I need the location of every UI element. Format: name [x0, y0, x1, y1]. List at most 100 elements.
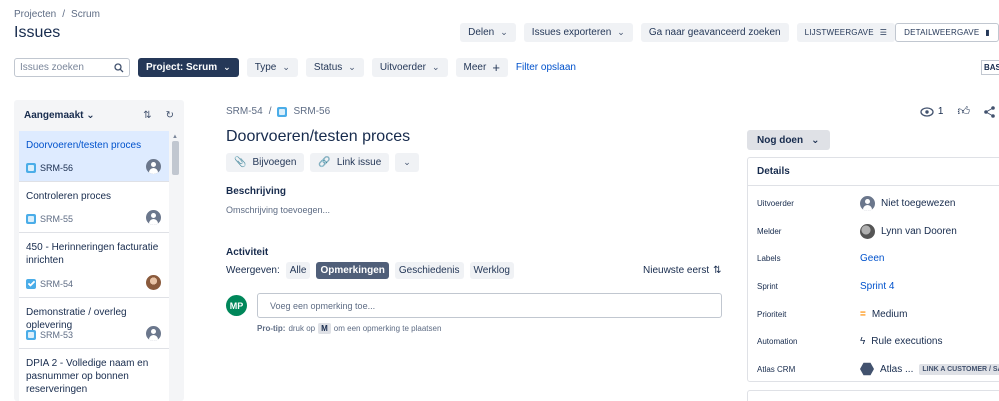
reporter-field[interactable]: Lynn van Dooren: [860, 223, 957, 239]
scroll-up-icon[interactable]: ▲: [172, 134, 178, 140]
labels-field[interactable]: Geen: [860, 250, 884, 266]
unassigned-avatar-icon: [146, 326, 161, 341]
issue-key-link[interactable]: SRM-56: [293, 106, 330, 117]
tab-history[interactable]: Geschiedenis: [394, 262, 464, 279]
watch-button[interactable]: 1: [920, 106, 943, 117]
attach-button[interactable]: 📎 Bijvoegen: [226, 153, 305, 172]
automation-field[interactable]: ϟ Rule executions: [860, 333, 942, 349]
show-label: Weergeven:: [226, 265, 280, 276]
share-button[interactable]: Delen ⌄: [460, 23, 516, 42]
breadcrumb-projects[interactable]: Projecten: [14, 9, 56, 20]
chevron-down-icon: ⌄: [86, 109, 95, 121]
tab-comments[interactable]: Opmerkingen: [316, 262, 389, 279]
labels-value: Geen: [860, 252, 885, 264]
description-label: Beschrijving: [226, 186, 287, 197]
lightning-icon: ϟ: [860, 335, 866, 347]
description-placeholder[interactable]: Omschrijving toevoegen...: [226, 205, 330, 215]
crm-field[interactable]: Atlas ... LINK A CUSTOMER / SAL: [860, 361, 999, 377]
sort-order-icon[interactable]: ⇅: [143, 110, 151, 121]
unassigned-avatar-icon: [146, 210, 161, 225]
protip-post: om een opmerking te plaatsen: [333, 324, 442, 333]
more-actions-button[interactable]: ⌄: [395, 153, 419, 172]
list-item[interactable]: Demonstratie / overleg oplevering SRM-53: [19, 298, 169, 349]
chevron-down-icon: ⌄: [811, 134, 820, 146]
status-label: Nog doen: [757, 134, 804, 146]
crm-label: Atlas CRM: [757, 364, 796, 374]
assignee-filter-button[interactable]: Uitvoerder ⌄: [371, 58, 448, 77]
labels-label: Labels: [757, 253, 781, 263]
chevron-down-icon: ⌄: [500, 27, 508, 37]
list-item[interactable]: Doorvoeren/testen proces SRM-56: [19, 131, 169, 182]
breadcrumb: Projecten / Scrum: [14, 9, 100, 20]
atlas-crm-icon: [860, 362, 874, 376]
tab-worklog[interactable]: Werklog: [469, 262, 514, 279]
issue-list: Doorvoeren/testen proces SRM-56 Controle…: [19, 131, 169, 401]
automation-label: Automation: [757, 336, 798, 346]
export-label: Issues exporteren: [531, 27, 612, 38]
sort-dropdown[interactable]: Aangemaakt ⌄: [24, 110, 95, 121]
breadcrumb-separator: /: [268, 106, 272, 117]
user-avatar: [860, 223, 875, 239]
type-filter-button[interactable]: Type ⌄: [246, 58, 298, 77]
link-customer-badge[interactable]: LINK A CUSTOMER / SAL: [919, 363, 999, 375]
list-item[interactable]: Controleren proces SRM-55: [19, 182, 169, 233]
more-filter-button[interactable]: Meer +: [455, 58, 508, 77]
list-item-key: SRM-54: [26, 279, 73, 289]
tab-all[interactable]: Alle: [285, 262, 311, 279]
sidebar-header: Aangemaakt ⌄ ⇅ ↻: [14, 100, 184, 130]
reporter-label: Melder: [757, 226, 782, 236]
export-button[interactable]: Issues exporteren ⌄: [523, 23, 633, 42]
thumbs-up-icon[interactable]: 👍︎: [957, 104, 970, 119]
link-icon: 🔗: [318, 157, 331, 168]
story-icon: [277, 106, 288, 117]
share-icon[interactable]: [984, 105, 995, 118]
status-button[interactable]: Nog doen ⌄: [747, 130, 830, 150]
link-issue-button[interactable]: 🔗 Link issue: [310, 153, 390, 172]
list-view-label: LIJSTWEERGAVE: [804, 28, 874, 37]
assignee-value: Niet toegewezen: [881, 197, 956, 209]
priority-value: Medium: [871, 308, 908, 320]
comment-placeholder: Voeg een opmerking toe...: [270, 300, 376, 311]
issue-breadcrumb: SRM-54 / SRM-56: [226, 106, 330, 117]
issue-title[interactable]: Doorvoeren/testen proces: [226, 128, 410, 146]
activity-tabs: Weergeven: Alle Opmerkingen Geschiedenis…: [226, 262, 514, 279]
sort-order-button[interactable]: Nieuwste eerst ⇅: [643, 265, 722, 276]
status-filter-button[interactable]: Status ⌄: [305, 58, 364, 77]
page-title: Issues: [14, 24, 61, 41]
refresh-icon[interactable]: ↻: [166, 110, 174, 121]
list-item-key: SRM-53: [26, 330, 73, 340]
crm-value: Atlas ...: [880, 363, 914, 375]
more-fields-panel[interactable]: [747, 390, 999, 401]
breadcrumb-scrum[interactable]: Scrum: [71, 9, 100, 20]
comment-input[interactable]: Voeg een opmerking toe...: [257, 293, 722, 318]
list-icon: ☰: [879, 28, 888, 37]
list-item[interactable]: DPIA 2 - Volledige naam en pasnummer op …: [19, 349, 169, 401]
sprint-field[interactable]: Sprint 4: [860, 278, 894, 294]
key-label: SRM-55: [40, 214, 74, 224]
list-view-button[interactable]: LIJSTWEERGAVE ☰: [796, 23, 896, 42]
assignee-field[interactable]: Niet toegewezen: [860, 195, 956, 211]
automation-value: Rule executions: [871, 335, 943, 347]
sprint-value: Sprint 4: [860, 280, 895, 292]
story-icon: [26, 330, 36, 340]
protip-key: M: [318, 323, 331, 334]
status-filter-label: Status: [313, 62, 343, 73]
search-input[interactable]: Issues zoeken: [14, 58, 130, 77]
list-scrollbar[interactable]: ▲: [171, 134, 179, 401]
list-item[interactable]: 450 - Herinneringen facturatie inrichten…: [19, 233, 169, 298]
key-label: SRM-53: [40, 330, 74, 340]
details-heading[interactable]: Details: [748, 158, 999, 186]
task-icon: [26, 279, 36, 289]
parent-issue-link[interactable]: SRM-54: [226, 106, 263, 117]
priority-field[interactable]: = Medium: [860, 306, 907, 322]
advanced-search-button[interactable]: Ga naar geavanceerd zoeken: [640, 23, 789, 42]
save-filter-link[interactable]: Filter opslaan: [516, 62, 576, 73]
basic-toggle[interactable]: BAS: [981, 60, 999, 75]
protip-bold: Pro-tip:: [257, 324, 286, 333]
detail-view-button[interactable]: DETAILWEERGAVE ▮: [895, 23, 999, 42]
unassigned-avatar-icon: [146, 159, 161, 174]
project-filter-button[interactable]: Project: Scrum ⌄: [138, 58, 239, 77]
current-user-avatar: MP: [226, 295, 247, 316]
view-toggle: LIJSTWEERGAVE ☰ DETAILWEERGAVE ▮: [796, 23, 999, 42]
scrollbar-thumb[interactable]: [172, 141, 179, 175]
